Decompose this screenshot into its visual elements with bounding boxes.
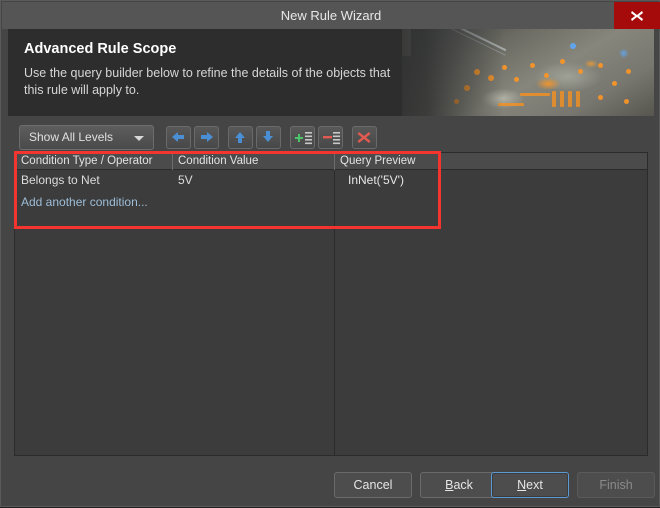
back-button[interactable]: Back	[420, 472, 498, 498]
column-divider	[334, 170, 335, 455]
new-rule-wizard-dialog: New Rule Wizard Advanced Rule Scope Use …	[0, 0, 660, 507]
chevron-down-icon	[134, 136, 144, 141]
move-left-button[interactable]	[166, 126, 191, 149]
finish-button-label: Finish	[599, 478, 633, 492]
page-title: Advanced Rule Scope	[24, 41, 177, 57]
add-condition-button[interactable]	[290, 126, 315, 149]
cell-condition-type[interactable]: Belongs to Net	[21, 172, 100, 189]
cell-query-preview: InNet('5V')	[348, 173, 404, 187]
level-filter-dropdown[interactable]: Show All Levels	[19, 125, 154, 150]
query-builder-toolbar: Show All Levels	[14, 125, 648, 151]
close-button[interactable]	[614, 2, 660, 29]
move-right-button[interactable]	[194, 126, 219, 149]
next-button[interactable]: Next	[491, 472, 569, 498]
remove-condition-button[interactable]	[318, 126, 343, 149]
conditions-table: Condition Type / Operator Condition Valu…	[14, 152, 648, 456]
finish-button: Finish	[577, 472, 655, 498]
level-filter-value: Show All Levels	[29, 130, 114, 144]
column-header-condition-value[interactable]: Condition Value	[172, 153, 334, 170]
title-bar: New Rule Wizard	[2, 2, 660, 29]
dialog-footer: Cancel Back Next Finish	[1, 464, 660, 508]
back-button-label: Back	[445, 478, 473, 492]
cell-condition-value[interactable]: 5V	[178, 172, 193, 189]
column-header-query-preview[interactable]: Query Preview	[334, 153, 647, 170]
next-button-label: Next	[517, 478, 543, 492]
column-header-condition-type[interactable]: Condition Type / Operator	[15, 153, 172, 170]
page-subtitle: Use the query builder below to refine th…	[24, 66, 391, 97]
table-header-row: Condition Type / Operator Condition Valu…	[15, 153, 647, 170]
add-another-condition-link[interactable]: Add another condition...	[21, 194, 148, 211]
header-banner: Advanced Rule Scope Use the query builde…	[8, 29, 654, 116]
move-down-button[interactable]	[256, 126, 281, 149]
cancel-button[interactable]: Cancel	[334, 472, 412, 498]
cancel-button-label: Cancel	[353, 478, 393, 492]
window-title: New Rule Wizard	[280, 8, 382, 23]
clear-all-button[interactable]	[352, 126, 377, 149]
move-up-button[interactable]	[228, 126, 253, 149]
